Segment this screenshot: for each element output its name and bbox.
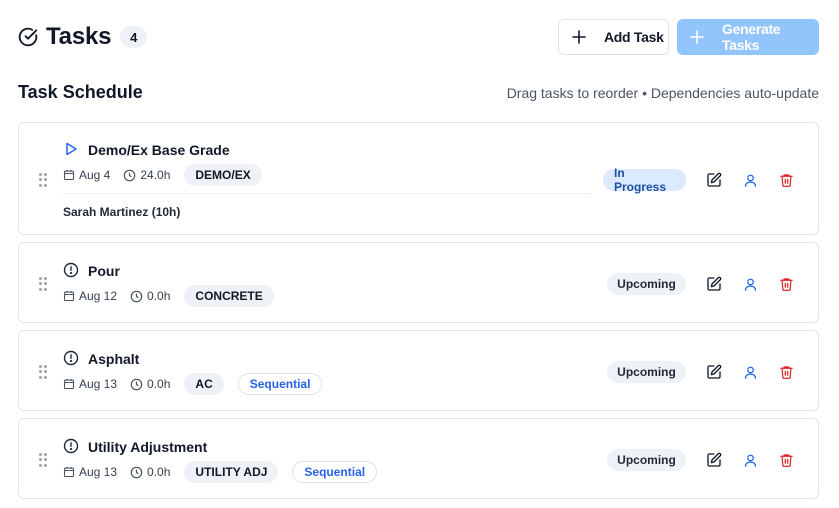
trade-tag: DEMO/EX	[184, 164, 262, 186]
edit-icon[interactable]	[705, 275, 723, 293]
task-card[interactable]: Pour Aug 12 0.0h CONCRETE Upcoming	[18, 242, 819, 323]
clock-icon	[130, 466, 143, 479]
alert-circle-icon	[63, 262, 79, 278]
page-header: Tasks 4 Add Task Generate Tasks	[18, 19, 819, 55]
assign-user-icon[interactable]	[741, 451, 759, 469]
trade-tag: UTILITY ADJ	[184, 461, 279, 483]
play-icon	[63, 141, 79, 157]
dependency-tag: Sequential	[237, 373, 323, 395]
check-circle-icon	[18, 27, 38, 47]
status-badge: Upcoming	[607, 361, 686, 383]
assign-user-icon[interactable]	[741, 275, 759, 293]
assign-user-icon[interactable]	[741, 171, 759, 189]
calendar-icon	[63, 466, 75, 478]
task-count-badge: 4	[120, 26, 148, 48]
edit-icon[interactable]	[705, 363, 723, 381]
alert-circle-icon	[63, 438, 79, 454]
task-date: Aug 4	[79, 168, 111, 182]
task-hours: 0.0h	[147, 377, 171, 391]
task-name: Asphalt	[88, 351, 140, 367]
add-task-label: Add Task	[604, 29, 664, 45]
calendar-icon	[63, 169, 75, 181]
divider	[63, 193, 591, 194]
assignee: Sarah Martinez (10h)	[63, 205, 181, 219]
generate-tasks-button[interactable]: Generate Tasks	[677, 19, 819, 55]
task-meta: Aug 13 0.0h AC Sequential	[63, 373, 323, 395]
drag-handle-icon[interactable]	[39, 453, 49, 467]
edit-icon[interactable]	[705, 171, 723, 189]
status-badge: Upcoming	[607, 449, 686, 471]
drag-handle-icon[interactable]	[39, 173, 49, 187]
delete-icon[interactable]	[777, 363, 795, 381]
status-badge: In Progress	[603, 166, 686, 194]
task-date: Aug 12	[79, 289, 118, 303]
calendar-icon	[63, 290, 75, 302]
clock-icon	[130, 378, 143, 391]
task-card[interactable]: Asphalt Aug 13 0.0h AC Sequential Upcomi…	[18, 330, 819, 411]
trade-tag: CONCRETE	[184, 285, 274, 307]
plus-icon	[572, 30, 586, 44]
task-meta: Aug 4 24.0h DEMO/EX	[63, 164, 262, 186]
task-name: Utility Adjustment	[88, 439, 208, 455]
generate-tasks-label: Generate Tasks	[722, 21, 781, 53]
plus-icon	[690, 30, 704, 44]
calendar-icon	[63, 378, 75, 390]
task-name: Pour	[88, 263, 120, 279]
task-date: Aug 13	[79, 377, 118, 391]
page-title: Tasks	[46, 23, 112, 50]
task-meta: Aug 13 0.0h UTILITY ADJ Sequential	[63, 461, 378, 483]
edit-icon[interactable]	[705, 451, 723, 469]
delete-icon[interactable]	[777, 275, 795, 293]
section-title: Task Schedule	[18, 82, 143, 102]
task-hours: 24.0h	[140, 168, 171, 182]
delete-icon[interactable]	[777, 451, 795, 469]
task-date: Aug 13	[79, 465, 118, 479]
task-hours: 0.0h	[147, 465, 171, 479]
task-hours: 0.0h	[147, 289, 171, 303]
trade-tag: AC	[184, 373, 224, 395]
task-card[interactable]: Demo/Ex Base Grade Aug 4 24.0h DEMO/EX S…	[18, 122, 819, 235]
delete-icon[interactable]	[777, 171, 795, 189]
task-meta: Aug 12 0.0h CONCRETE	[63, 285, 274, 307]
clock-icon	[130, 290, 143, 303]
add-task-button[interactable]: Add Task	[558, 19, 669, 55]
task-name: Demo/Ex Base Grade	[88, 142, 230, 158]
schedule-hint: Drag tasks to reorder • Dependencies aut…	[506, 85, 819, 101]
assign-user-icon[interactable]	[741, 363, 759, 381]
status-badge: Upcoming	[607, 273, 686, 295]
drag-handle-icon[interactable]	[39, 277, 49, 291]
dependency-tag: Sequential	[292, 461, 378, 483]
clock-icon	[123, 169, 136, 182]
drag-handle-icon[interactable]	[39, 365, 49, 379]
task-card[interactable]: Utility Adjustment Aug 13 0.0h UTILITY A…	[18, 418, 819, 499]
title-group: Tasks 4	[18, 19, 148, 55]
alert-circle-icon	[63, 350, 79, 366]
